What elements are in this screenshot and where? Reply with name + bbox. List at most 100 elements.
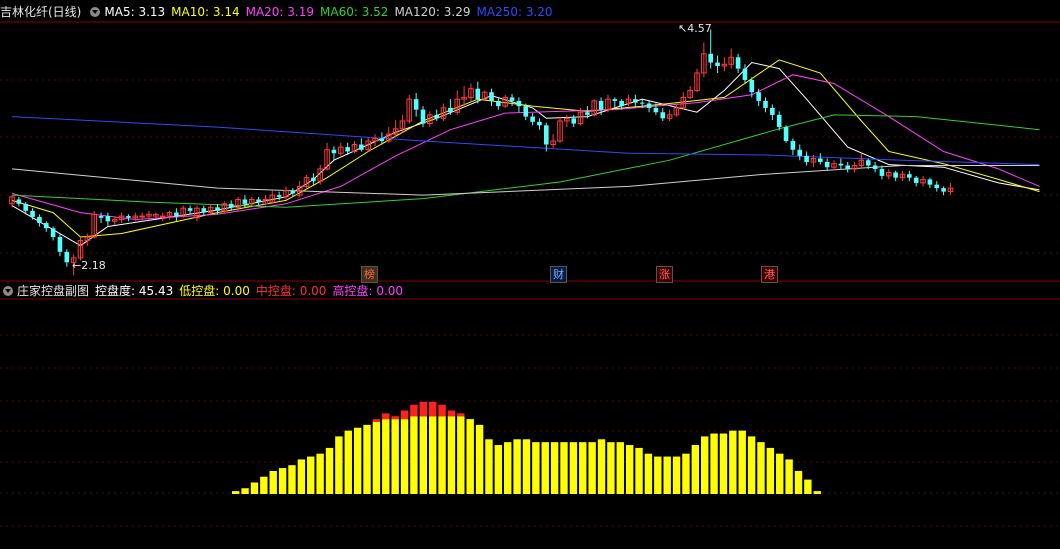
candle-body-down (201, 208, 207, 213)
control-bar-low (616, 442, 624, 494)
control-bar-low (485, 439, 493, 494)
control-bar-low (494, 445, 503, 494)
control-bar-low (466, 419, 474, 494)
control-bar-low (785, 459, 793, 494)
control-degree-label: 控盘度: (95, 284, 136, 298)
candle-body-down (619, 100, 624, 107)
event-marker-rank[interactable]: 榜 (361, 266, 378, 283)
control-bar-low (335, 436, 343, 494)
ma-line-ma120 (11, 165, 1040, 196)
control-bar-low (278, 468, 287, 494)
control-bar-low (597, 439, 606, 494)
control-bar-low (560, 442, 568, 494)
control-bar-low (428, 416, 437, 494)
control-bar-low (260, 476, 268, 494)
low-price-label: ←2.18 (72, 259, 106, 272)
control-bar-low (804, 479, 812, 494)
high-control-label: 高控盘: (332, 284, 373, 298)
high-price-value: 4.57 (687, 22, 712, 35)
candle-body-down (448, 107, 453, 113)
candle-body-down (763, 100, 768, 108)
candle-body-down (30, 210, 35, 217)
candle-body-down (633, 99, 638, 103)
candle-body-down (749, 79, 755, 93)
candle-body-down (359, 144, 364, 150)
candle-body-down (420, 109, 426, 124)
event-marker-limit-up[interactable]: 涨 (656, 266, 673, 283)
candle-body-down (98, 216, 104, 218)
candle-body-down (790, 141, 796, 150)
candle-body-down (537, 121, 542, 126)
candle-body-down (434, 114, 439, 119)
control-bar-low (419, 416, 427, 494)
candle-body-down (824, 161, 830, 168)
control-bar-low (438, 416, 446, 494)
control-bar-low (766, 447, 775, 494)
candle-body-down (105, 216, 111, 222)
candle-body-down (345, 147, 350, 152)
candle-body-down (50, 228, 56, 237)
candle-body-down (64, 251, 70, 263)
candle-body-down (913, 177, 919, 183)
candle-body-down (893, 172, 898, 178)
candle-body-down (290, 190, 296, 194)
candle-body-down (756, 92, 761, 101)
high-price-label: ↖4.57 (678, 22, 712, 35)
sub-panel-header: 庄家控盘副图 控盘度: 45.43 低控盘: 0.00 中控盘: 0.00 高控… (0, 282, 409, 300)
control-bar-low (776, 453, 784, 494)
candle-body-down (907, 174, 912, 178)
control-bar-low (522, 439, 531, 494)
candle-body-up (159, 215, 166, 218)
candle-body-down (174, 212, 179, 217)
sub-toggle-icon[interactable] (3, 286, 13, 296)
low-price-value: 2.18 (81, 259, 106, 272)
control-bar-low (607, 442, 615, 494)
candle-body-down (37, 216, 42, 224)
candle-body-down (475, 88, 481, 100)
control-bar-low (569, 442, 578, 494)
candle-body-down (818, 158, 823, 162)
control-bar-low (382, 419, 390, 494)
candle-body-down (872, 165, 878, 169)
candle-body-down (57, 236, 63, 252)
candle-body-up (139, 215, 145, 218)
control-bar-low (400, 419, 409, 494)
candle-body-down (865, 160, 871, 166)
control-bar-low (588, 442, 596, 494)
mid-control-label: 中控盘: (255, 284, 296, 298)
candle-body-down (43, 223, 49, 229)
candle-body-down (708, 53, 713, 63)
high-control-value: 0.00 (376, 284, 404, 298)
candle-body-down (544, 125, 549, 145)
control-bar-low (579, 442, 587, 494)
control-bar-mid (438, 404, 446, 417)
candle-body-down (742, 68, 748, 80)
candle-body-down (804, 155, 809, 162)
candle-body-down (735, 57, 741, 69)
candle-body-down (331, 149, 337, 154)
event-marker-hk[interactable]: 港 (761, 266, 778, 283)
control-bar-mid (447, 410, 456, 417)
control-bar-low (353, 427, 362, 494)
control-bar-mid (410, 404, 418, 417)
kline-chart[interactable] (0, 0, 1060, 549)
candle-body-down (523, 106, 529, 117)
candle-body-down (496, 100, 501, 107)
candle-body-down (653, 107, 659, 113)
ma-line-ma5 (11, 61, 1040, 247)
candle-body-down (489, 92, 494, 101)
control-bar-low (532, 442, 540, 494)
candle-body-down (715, 62, 720, 67)
control-bar-low (410, 416, 418, 494)
control-bar-low (747, 436, 756, 494)
event-marker-finance[interactable]: 财 (550, 266, 567, 283)
candle-body-down (311, 177, 316, 182)
control-bar-low (447, 416, 456, 494)
control-bar-low (513, 439, 521, 494)
control-bar-low (682, 453, 690, 494)
candle-body-down (215, 207, 220, 211)
control-bar-low (672, 456, 681, 494)
candle-body-down (276, 195, 282, 197)
control-bar-low (757, 442, 765, 494)
control-bar-low (701, 436, 709, 494)
